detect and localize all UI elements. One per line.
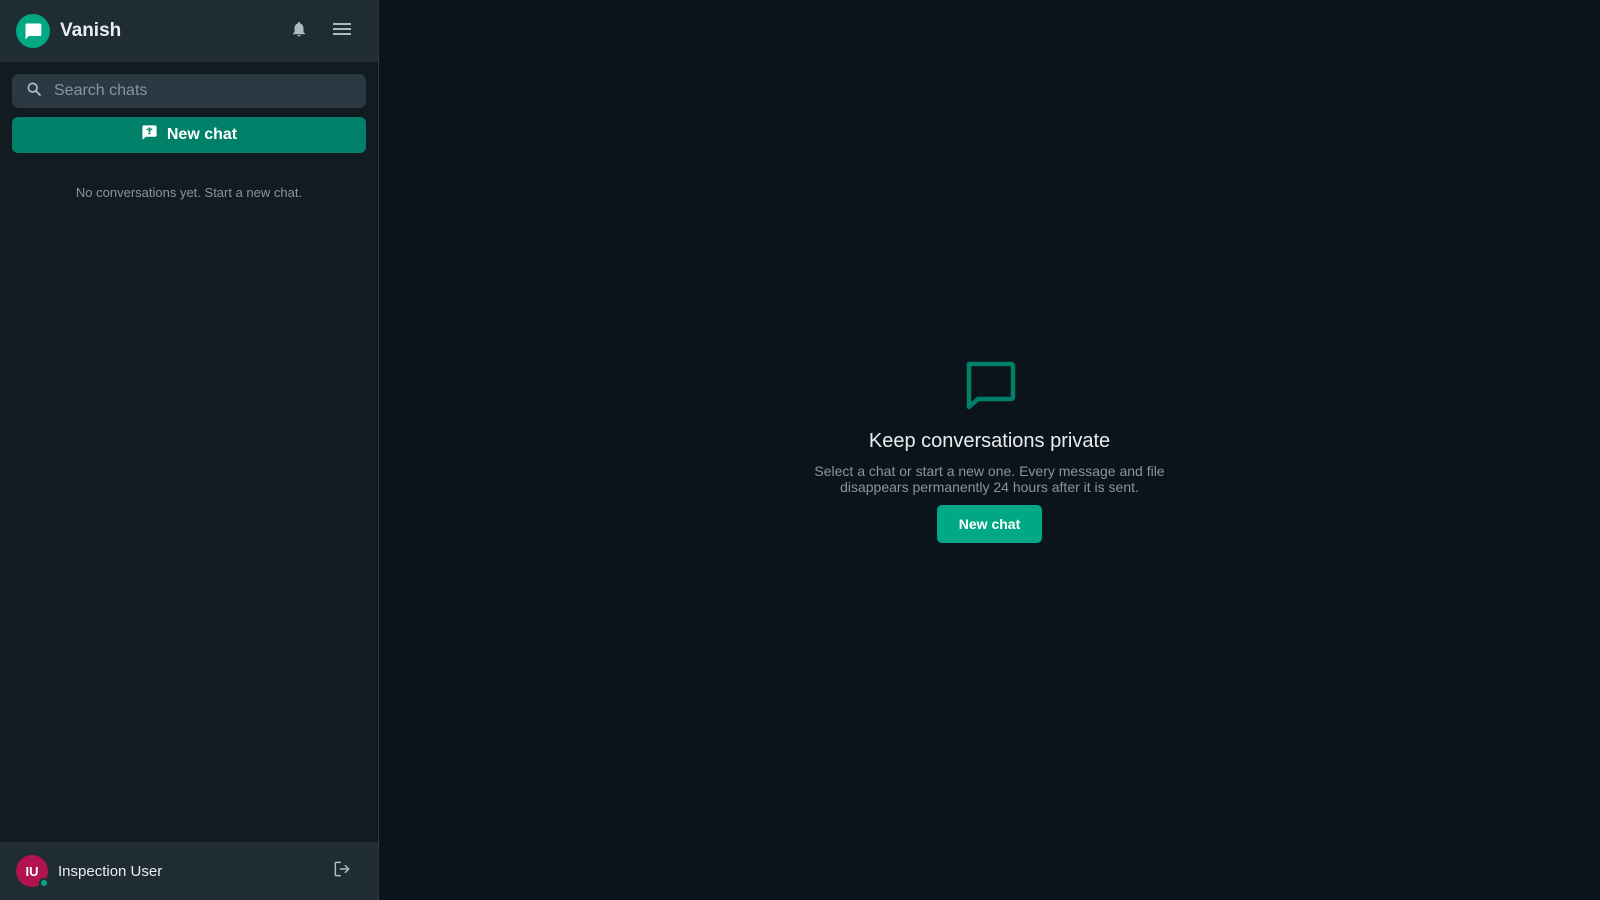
logout-icon — [332, 859, 352, 884]
new-chat-button[interactable]: New chat — [12, 117, 366, 153]
sidebar-header: Vanish — [0, 0, 378, 62]
app-root: Vanish Search chats New chat No conversa… — [0, 0, 1600, 900]
chat-logo-icon — [16, 14, 50, 48]
main-panel: Keep conversations private Select a chat… — [379, 0, 1600, 900]
bell-icon — [290, 19, 308, 44]
search-input[interactable] — [54, 82, 352, 100]
header-actions — [279, 11, 362, 51]
welcome-new-chat-button[interactable]: New chat — [936, 504, 1043, 543]
new-chat-icon — [141, 124, 158, 146]
online-status-indicator — [39, 878, 49, 888]
welcome-subtitle: Select a chat or start a new one. Every … — [814, 462, 1165, 495]
new-chat-container: New chat — [0, 108, 378, 153]
sidebar-footer: IU Inspection User — [0, 842, 378, 900]
avatar[interactable]: IU — [16, 855, 49, 888]
notifications-button[interactable] — [279, 11, 319, 51]
welcome-panel: Keep conversations private Select a chat… — [805, 361, 1175, 543]
menu-button[interactable] — [322, 11, 362, 51]
user-name: Inspection User — [58, 862, 163, 880]
chat-bubble-icon — [964, 361, 1016, 416]
avatar-initials: IU — [25, 863, 39, 879]
sidebar: Vanish Search chats New chat No conversa… — [0, 0, 379, 900]
menu-icon — [333, 22, 351, 41]
logout-button[interactable] — [322, 851, 362, 891]
search-box — [12, 74, 366, 108]
empty-conversations-message: No conversations yet. Start a new chat. — [75, 185, 303, 200]
new-chat-label: New chat — [166, 126, 238, 143]
welcome-title: Keep conversations private — [868, 429, 1111, 452]
search-container — [0, 62, 378, 108]
search-icon — [26, 81, 42, 102]
app-title: Vanish — [60, 20, 122, 41]
